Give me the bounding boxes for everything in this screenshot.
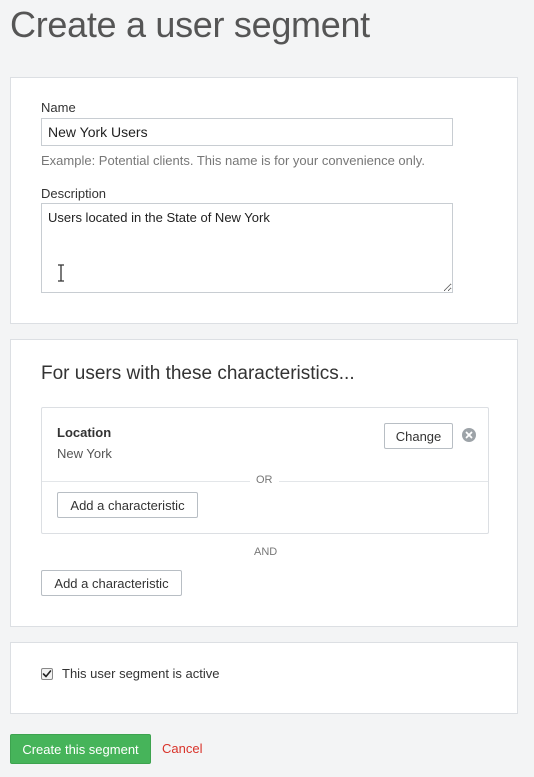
name-hint: Example: Potential clients. This name is…: [41, 153, 425, 168]
characteristic-value: New York: [57, 446, 112, 461]
or-label: OR: [250, 474, 279, 486]
active-checkbox[interactable]: [41, 668, 53, 680]
characteristics-panel: For users with these characteristics... …: [10, 339, 518, 627]
characteristic-group: Location New York Change OR Add a charac…: [41, 407, 489, 534]
and-label: AND: [254, 546, 278, 558]
cancel-link[interactable]: Cancel: [162, 741, 202, 756]
description-label: Description: [41, 186, 107, 201]
page-title: Create a user segment: [10, 4, 370, 45]
name-input[interactable]: [41, 118, 453, 146]
create-segment-button[interactable]: Create this segment: [10, 734, 151, 764]
characteristic-name: Location: [57, 425, 112, 440]
active-status-panel: This user segment is active: [10, 642, 518, 714]
name-label: Name: [41, 100, 76, 115]
add-characteristic-or-button[interactable]: Add a characteristic: [57, 492, 198, 518]
active-checkbox-label[interactable]: This user segment is active: [62, 666, 220, 681]
segment-details-panel: Name Example: Potential clients. This na…: [10, 77, 518, 324]
change-characteristic-button[interactable]: Change: [384, 423, 453, 449]
characteristics-heading: For users with these characteristics...: [41, 363, 355, 384]
add-characteristic-and-button[interactable]: Add a characteristic: [41, 570, 182, 596]
text-cursor-icon: [58, 264, 64, 282]
close-circle-icon[interactable]: [462, 428, 476, 442]
description-textarea[interactable]: Users located in the State of New York: [41, 203, 453, 293]
